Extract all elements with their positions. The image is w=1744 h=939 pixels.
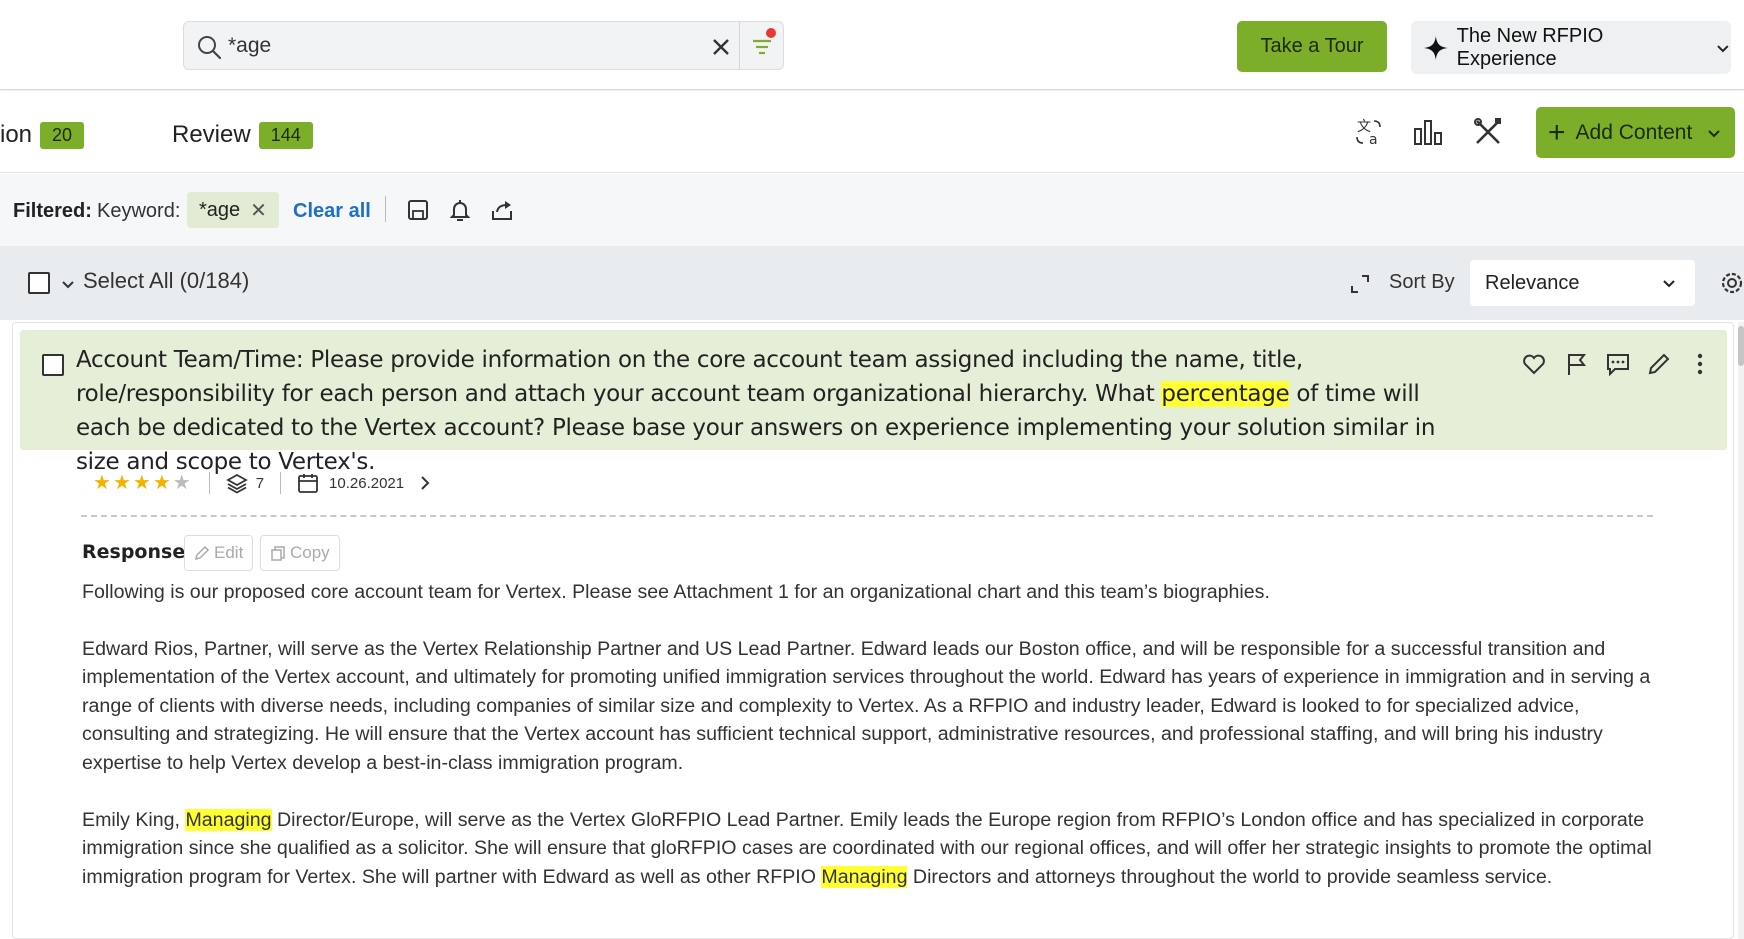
tools-icon[interactable] — [1471, 115, 1505, 149]
translate-icon[interactable]: 文 a — [1352, 115, 1386, 149]
select-all-label: Select All (0/184) — [83, 268, 250, 293]
bar-chart-icon[interactable] — [1411, 115, 1445, 149]
plus-icon: + — [1548, 115, 1566, 149]
filter-active-dot — [766, 28, 776, 38]
question-header: Account Team/Time: Please provide inform… — [20, 330, 1727, 475]
tab-label: ion — [0, 121, 33, 148]
sparkle-icon — [1423, 35, 1448, 60]
content-card: Account Team/Time: Please provide inform… — [12, 322, 1734, 939]
edit-button[interactable]: Edit — [184, 535, 254, 571]
response-paragraph: Emily King, Managing Director/Europe, wi… — [82, 806, 1672, 892]
star-rating[interactable]: ★ ★ ★ ★ ★ — [93, 473, 193, 493]
versions-count: 7 — [255, 474, 265, 492]
scrollbar-thumb[interactable] — [1738, 326, 1744, 366]
clear-search-icon[interactable] — [706, 32, 736, 62]
clear-all-link[interactable]: Clear all — [293, 200, 371, 223]
dashed-divider — [81, 515, 1653, 517]
tab-partial[interactable]: ion 20 — [0, 121, 85, 149]
more-options-icon[interactable] — [1686, 350, 1714, 378]
save-icon[interactable] — [404, 196, 432, 224]
layers-icon — [225, 473, 248, 494]
chevron-down-icon[interactable] — [60, 276, 76, 292]
search-box[interactable]: *age — [183, 21, 784, 70]
pencil-icon — [194, 545, 210, 561]
selection-row: Select All (0/184) Sort By Relevance — [0, 246, 1744, 320]
remove-chip-icon[interactable]: ✕ — [250, 198, 267, 223]
response-paragraph: Following is our proposed core account t… — [82, 581, 1270, 603]
top-bar: *age Take a Tour The New RFPIO Experienc… — [0, 0, 1744, 90]
filter-row: Filtered: Keyword: *age ✕ Clear all — [0, 174, 1744, 246]
search-icon — [198, 36, 222, 60]
calendar-icon — [298, 474, 318, 493]
new-rfpio-experience-label: The New RFPIO Experience — [1456, 24, 1604, 70]
filtered-label: Filtered: — [13, 200, 92, 222]
add-content-label: Add Content — [1575, 120, 1693, 144]
comment-icon[interactable] — [1604, 350, 1632, 378]
sort-by-select[interactable]: Relevance — [1470, 260, 1695, 306]
copy-icon — [271, 546, 285, 561]
question-text[interactable]: Account Team/Time: Please provide inform… — [76, 343, 1461, 479]
item-checkbox[interactable] — [42, 354, 64, 376]
response-text: Following is our proposed core account t… — [82, 578, 1672, 919]
response-text-part: Emily King, — [82, 808, 186, 831]
item-meta: ★ ★ ★ ★ ★ 7 10.26.2021 — [93, 468, 434, 498]
keyword-label: Keyword: — [97, 200, 181, 222]
item-date: 10.26.2021 — [329, 474, 405, 492]
expand-icon[interactable] — [1348, 272, 1372, 296]
add-content-button[interactable]: + Add Content — [1536, 107, 1735, 158]
take-a-tour-button[interactable]: Take a Tour — [1237, 21, 1387, 72]
divider — [385, 196, 386, 222]
divider — [208, 472, 210, 494]
response-text-part: Directors and attorneys throughout the w… — [907, 865, 1553, 888]
keyword-highlight: Managing — [185, 808, 272, 831]
tab-count-badge: 20 — [40, 121, 85, 149]
star-empty-icon[interactable]: ★ — [173, 473, 191, 493]
chevron-down-icon — [1708, 129, 1721, 137]
copy-button[interactable]: Copy — [260, 535, 340, 571]
response-label: Response — [82, 541, 186, 563]
edit-label: Edit — [214, 543, 244, 562]
select-all-checkbox[interactable] — [28, 272, 50, 294]
question-text-part: Account Team/Time: Please provide inform… — [76, 347, 1303, 407]
tab-review[interactable]: Review 144 — [172, 121, 313, 149]
star-filled-icon[interactable]: ★ — [133, 473, 151, 493]
tabs-row: ion 20 Review 144 文 a + Add Content — [0, 91, 1744, 173]
gear-icon[interactable] — [1717, 268, 1744, 298]
svg-text:a: a — [1369, 132, 1378, 148]
heart-icon[interactable] — [1520, 350, 1548, 378]
divider — [280, 472, 282, 494]
star-filled-icon[interactable]: ★ — [153, 473, 171, 493]
star-filled-icon[interactable]: ★ — [93, 473, 111, 493]
search-divider — [739, 22, 740, 69]
share-icon[interactable] — [488, 196, 516, 224]
star-filled-icon[interactable]: ★ — [113, 473, 131, 493]
new-rfpio-experience-button[interactable]: The New RFPIO Experience — [1411, 21, 1731, 74]
bell-icon[interactable] — [446, 196, 474, 224]
keyword-highlight: percentage — [1161, 381, 1290, 407]
keyword-filter-chip: *age ✕ — [187, 192, 279, 228]
chevron-right-icon[interactable] — [416, 474, 434, 492]
copy-label: Copy — [290, 543, 330, 562]
response-paragraph: Edward Rios, Partner, will serve as the … — [82, 637, 1651, 774]
keyword-highlight: Managing — [821, 865, 908, 888]
chip-value: *age — [199, 198, 241, 221]
sort-by-label: Sort By — [1389, 271, 1455, 293]
chevron-down-icon — [1663, 280, 1675, 288]
tab-count-badge: 144 — [258, 121, 313, 149]
chevron-down-icon — [1717, 44, 1729, 52]
pencil-icon[interactable] — [1645, 350, 1673, 378]
sort-value: Relevance — [1485, 271, 1580, 294]
tab-label: Review — [172, 121, 251, 148]
search-input[interactable]: *age — [228, 34, 271, 58]
flag-icon[interactable] — [1562, 350, 1590, 378]
scrollbar[interactable] — [1738, 322, 1744, 939]
